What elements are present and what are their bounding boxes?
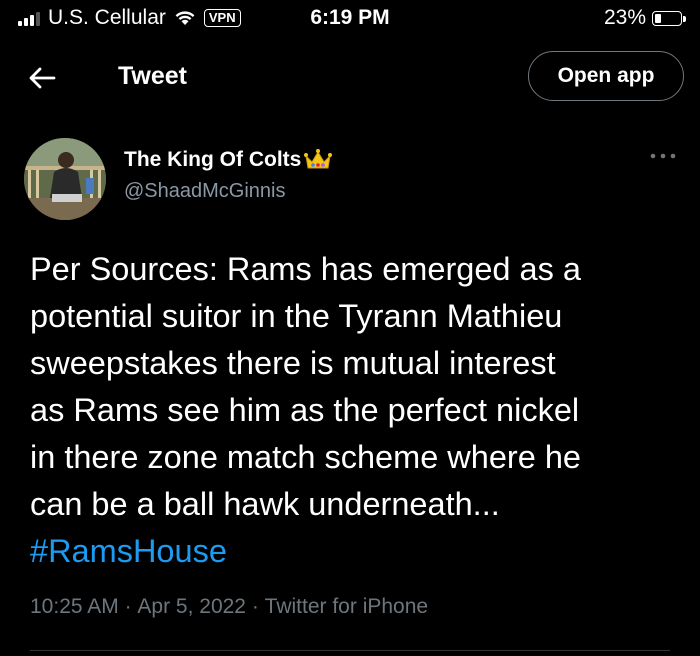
- back-arrow-icon[interactable]: [24, 60, 60, 96]
- page-title: Tweet: [118, 62, 187, 90]
- hashtag-link[interactable]: #RamsHouse: [30, 528, 680, 575]
- avatar[interactable]: [24, 138, 106, 220]
- tweet-text: Per Sources: Rams has emerged as a poten…: [30, 246, 680, 575]
- screen: U.S. Cellular VPN 6:19 PM 23% Tweet Open…: [0, 0, 700, 656]
- status-bar: U.S. Cellular VPN 6:19 PM 23%: [0, 0, 700, 36]
- tweet-date[interactable]: Apr 5, 2022: [137, 595, 246, 619]
- crown-icon: [304, 149, 333, 169]
- tweet-meta: 10:25 AM · Apr 5, 2022 · Twitter for iPh…: [30, 595, 428, 619]
- meta-separator: ·: [246, 595, 265, 618]
- tweet-text-line: potential suitor in the Tyrann Mathieu: [30, 298, 563, 334]
- tweet-text-line: can be a ball hawk underneath...: [30, 486, 500, 522]
- author-name-text: The King Of Colts: [124, 148, 302, 171]
- status-right: 23%: [603, 6, 686, 30]
- author-name[interactable]: The King Of Colts: [124, 148, 333, 172]
- battery-percent: 23%: [603, 6, 646, 29]
- open-app-button[interactable]: Open app: [528, 51, 684, 101]
- tweet-source[interactable]: Twitter for iPhone: [265, 595, 428, 619]
- status-time: 6:19 PM: [310, 6, 390, 29]
- divider: [30, 650, 670, 651]
- tweet-text-line: sweepstakes there is mutual interest: [30, 345, 556, 381]
- meta-separator: ·: [118, 595, 138, 618]
- more-icon[interactable]: [648, 150, 678, 162]
- tweet-text-line: in there zone match scheme where he: [30, 439, 581, 475]
- tweet-text-line: Per Sources: Rams has emerged as a: [30, 251, 581, 287]
- author-handle[interactable]: @ShaadMcGinnis: [124, 180, 285, 203]
- tweet-text-line: as Rams see him as the perfect nickel: [30, 392, 580, 428]
- header: Tweet Open app: [0, 48, 700, 108]
- battery-icon: [652, 10, 686, 26]
- battery-fill: [655, 13, 661, 23]
- tweet-time[interactable]: 10:25 AM: [30, 595, 119, 619]
